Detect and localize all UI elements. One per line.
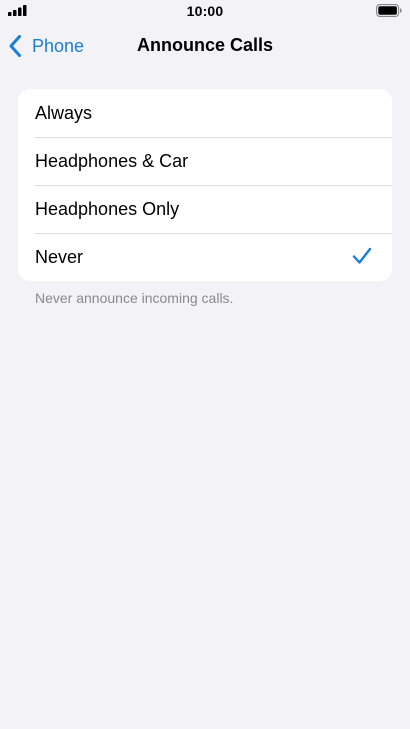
option-always[interactable]: Always — [18, 89, 392, 137]
option-headphones-and-car[interactable]: Headphones & Car — [18, 137, 392, 185]
option-label: Always — [35, 102, 93, 123]
page-title: Announce Calls — [136, 35, 274, 55]
checkmark-icon — [352, 247, 372, 264]
status-time: 10:00 — [186, 3, 224, 19]
option-headphones-only[interactable]: Headphones Only — [18, 185, 392, 233]
battery-icon — [376, 4, 402, 17]
footer-note: Never announce incoming calls. — [35, 290, 234, 306]
announce-calls-options: Always Headphones & Car Headphones Only … — [18, 89, 392, 281]
option-label: Never — [35, 246, 84, 267]
option-never[interactable]: Never — [18, 233, 392, 281]
status-bar: 10:00 — [0, 0, 410, 22]
option-label: Headphones & Car — [35, 150, 189, 171]
option-label: Headphones Only — [35, 198, 180, 219]
navigation-bar: Phone Announce Calls — [0, 22, 410, 70]
